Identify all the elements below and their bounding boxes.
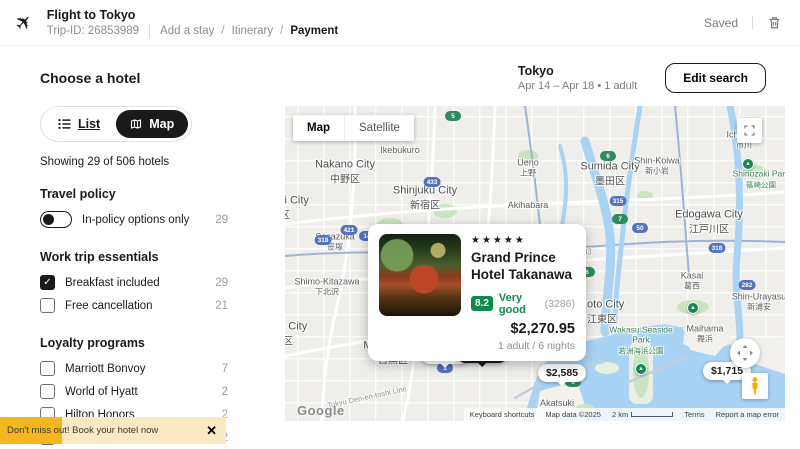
route-shield: 6 [600, 151, 616, 161]
park-pin-icon: ▲ [742, 158, 754, 170]
checkbox[interactable] [40, 361, 55, 376]
checkbox[interactable] [40, 298, 55, 313]
map-type-satellite-button[interactable]: Satellite [344, 115, 414, 141]
map-icon [130, 118, 142, 130]
route-shield: 433 [424, 177, 441, 187]
terms-link[interactable]: Terms [684, 410, 704, 419]
route-shield: 318 [315, 235, 332, 245]
filter-section-title: Travel policy [40, 187, 230, 201]
route-shield: 7 [612, 214, 628, 224]
saved-status: Saved [704, 16, 738, 30]
hotel-photo [379, 234, 461, 316]
pan-control-icon[interactable] [730, 338, 760, 368]
topbar: ✈ Flight to Tokyo Trip-ID: 26853989 Add … [0, 0, 800, 46]
plane-icon[interactable]: ✈ [11, 10, 37, 36]
map-view-label: Map [149, 117, 174, 131]
page-head: Choose a hotel Tokyo Apr 14 – Apr 18 • 1… [0, 46, 800, 93]
filter-count: 29 [215, 277, 230, 289]
route-shield: 50 [632, 223, 648, 233]
filter-checkbox-row[interactable]: Free cancellation 21 [40, 294, 230, 317]
filter-section-title: Loyalty programs [40, 336, 230, 350]
trip-title: Flight to Tokyo [47, 8, 339, 22]
star-rating: ★★★★★ [471, 236, 575, 246]
price-marker[interactable]: $2,585 [538, 364, 586, 382]
close-icon[interactable]: ✕ [206, 424, 217, 437]
filter-count: 7 [222, 363, 230, 375]
hotel-name: Grand Prince Hotel Takanawa [471, 250, 575, 284]
checkbox-checked[interactable]: ✓ [40, 275, 55, 290]
hotel-price: $2,270.95 [379, 321, 575, 337]
price-meta: 1 adult / 6 nights [379, 340, 575, 352]
map-canvas[interactable]: IkebukuroNakano City中野区Shinjuku City新宿区U… [285, 106, 785, 421]
divider [149, 25, 150, 38]
page-title: Choose a hotel [40, 70, 140, 86]
list-icon [58, 118, 71, 130]
breadcrumb-separator: / [280, 25, 283, 37]
filter-label: In-policy options only [82, 214, 189, 226]
toggle-knob [43, 214, 54, 225]
park-pin-icon: ▲ [687, 302, 699, 314]
google-logo: Google [297, 403, 345, 418]
filter-label: World of Hyatt [65, 386, 138, 398]
trash-icon[interactable] [767, 15, 782, 30]
fullscreen-icon[interactable] [737, 118, 762, 143]
filter-checkbox-row[interactable]: World of Hyatt 2 [40, 380, 230, 403]
filter-label: Free cancellation [65, 300, 153, 312]
map-scale: 2 km [612, 410, 673, 419]
promo-banner: Don't miss out! Book your hotel now ✕ [0, 417, 226, 444]
list-view-label: List [78, 117, 100, 131]
policy-toggle-row[interactable]: In-policy options only 29 [40, 208, 230, 231]
results-summary: Showing 29 of 506 hotels [40, 156, 230, 168]
route-shield: 315 [610, 196, 627, 206]
rating-badge: 8.2 [471, 296, 493, 311]
pegman-street-view-icon[interactable] [742, 373, 768, 399]
route-shield: 282 [739, 280, 756, 290]
map-data-text: Map data ©2025 [545, 410, 601, 419]
breadcrumb-item[interactable]: Payment [290, 25, 338, 37]
keyboard-shortcuts-link[interactable]: Keyboard shortcuts [470, 410, 535, 419]
edit-search-button[interactable]: Edit search [665, 63, 766, 93]
hotel-card[interactable]: ★★★★★ Grand Prince Hotel Takanawa 8.2 Ve… [368, 224, 586, 361]
route-shield: 5 [445, 111, 461, 121]
divider [752, 16, 753, 29]
view-toggle: List Map [40, 106, 192, 142]
filter-checkbox-row[interactable]: ✓ Breakfast included 29 [40, 271, 230, 294]
breadcrumb: Add a stay / Itinerary / Payment [160, 25, 338, 37]
route-shield: 318 [709, 243, 726, 253]
map-type-control: Map Satellite [293, 115, 414, 141]
filter-label: Breakfast included [65, 277, 160, 289]
breadcrumb-separator: / [221, 25, 224, 37]
breadcrumb-item[interactable]: Add a stay [160, 25, 214, 37]
breadcrumb-item[interactable]: Itinerary [232, 25, 274, 37]
banner-text: Don't miss out! Book your hotel now [0, 425, 158, 436]
filter-checkbox-row[interactable]: Marriott Bonvoy 7 [40, 357, 230, 380]
map-view-button[interactable]: Map [116, 110, 188, 138]
trip-id: Trip-ID: 26853989 [47, 25, 139, 37]
search-summary: Apr 14 – Apr 18 • 1 adult [518, 80, 637, 92]
report-map-error-link[interactable]: Report a map error [716, 410, 779, 419]
in-policy-toggle[interactable] [40, 211, 72, 228]
filter-count: 21 [215, 300, 230, 312]
filter-count: 29 [215, 214, 230, 226]
park-pin-icon: ▲ [635, 363, 647, 375]
rating-text: Very good [499, 292, 541, 316]
destination: Tokyo [518, 64, 637, 78]
checkbox[interactable] [40, 384, 55, 399]
filter-label: Marriott Bonvoy [65, 363, 146, 375]
map-attribution: Keyboard shortcuts Map data ©2025 2 km T… [464, 408, 785, 421]
filter-section-title: Work trip essentials [40, 250, 230, 264]
results-count-text: Showing 29 of [40, 156, 116, 168]
list-view-button[interactable]: List [44, 110, 114, 138]
map-type-map-button[interactable]: Map [293, 115, 344, 141]
route-shield: 421 [341, 225, 358, 235]
filter-count: 2 [222, 386, 230, 398]
hotels-count-link[interactable]: 506 hotels [116, 156, 169, 168]
review-count: (3286) [545, 298, 575, 310]
content: List Map Showing 29 of 506 hotels Travel… [0, 106, 800, 449]
filters-sidebar: List Map Showing 29 of 506 hotels Travel… [40, 106, 230, 449]
